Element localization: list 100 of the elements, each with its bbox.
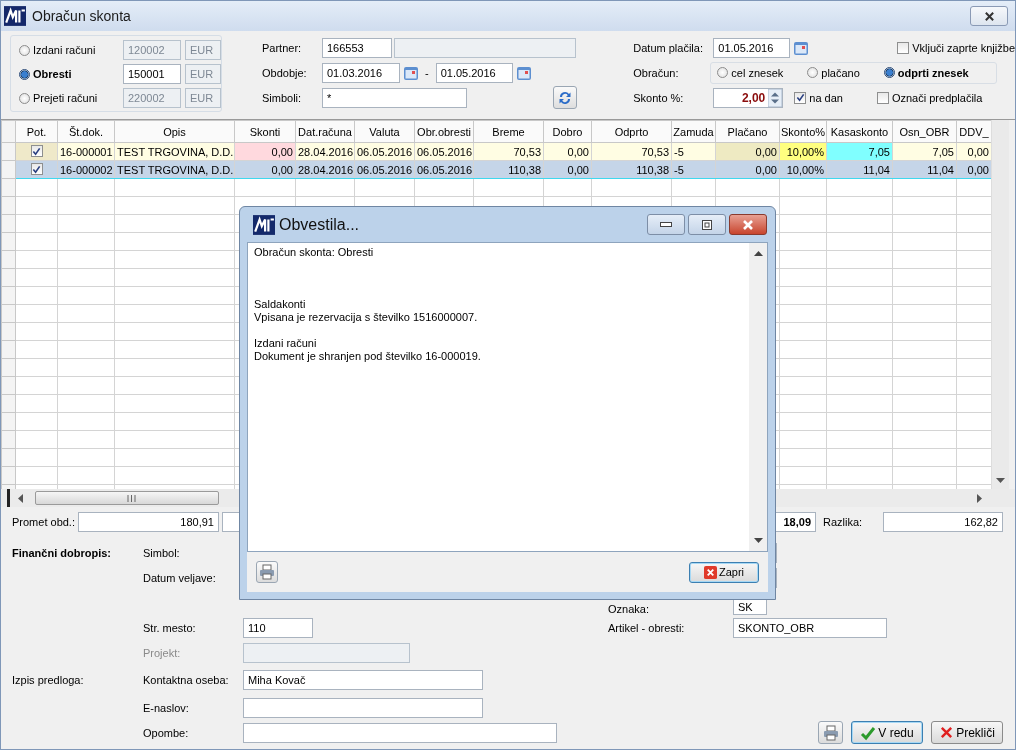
radio-button[interactable] <box>883 67 895 78</box>
symbols-field[interactable]: * <box>322 87 467 108</box>
checkbox-label[interactable]: na dan <box>809 91 843 104</box>
currency-field: EUR <box>185 88 221 108</box>
up-arrow-icon[interactable] <box>753 251 763 256</box>
checkbox[interactable] <box>897 41 910 54</box>
close-dialog-button[interactable]: Zapri <box>689 561 759 583</box>
currency-field: EUR <box>185 64 221 84</box>
date-field[interactable]: 01.05.2016 <box>435 62 513 83</box>
cancel-button[interactable]: Prekliči <box>931 721 1003 744</box>
ok-button[interactable]: V redu <box>851 721 923 744</box>
maximize-icon <box>702 219 712 230</box>
radio-button[interactable] <box>19 68 30 80</box>
field-label: Opombe: <box>143 726 190 739</box>
field-label: Razlika: <box>823 516 864 528</box>
cross-icon <box>939 725 955 740</box>
cost-center-field[interactable]: 110 <box>243 617 313 638</box>
column-header[interactable]: Skonti <box>234 120 296 143</box>
column-header[interactable]: Opis <box>114 120 235 143</box>
column-header[interactable]: Št.dok. <box>57 120 115 143</box>
calendar-icon[interactable] <box>403 64 419 81</box>
print-button[interactable] <box>256 561 278 583</box>
checkbox[interactable] <box>876 91 889 104</box>
field-label: Promet obd.: <box>12 516 76 528</box>
field-label: Obračun: <box>633 66 680 79</box>
column-header[interactable]: DDV_ <box>956 120 991 143</box>
date-field[interactable]: 01.03.2016 <box>322 62 400 83</box>
checkbox-label[interactable]: Vključi zaprte knjižbe <box>912 41 1015 54</box>
column-header[interactable]: Valuta <box>354 120 415 143</box>
radio-button[interactable] <box>807 67 819 78</box>
section-label: Izpis predloga: <box>12 674 85 686</box>
dialog-title: Obvestila... <box>279 215 360 234</box>
close-icon <box>742 218 754 231</box>
calendar-icon[interactable] <box>515 64 532 81</box>
article-field[interactable]: SKONTO_OBR <box>733 617 887 638</box>
left-arrow-icon[interactable] <box>18 493 23 503</box>
close-button[interactable] <box>970 6 1008 26</box>
column-header[interactable]: Osn_OBR <box>892 120 957 143</box>
radio-button[interactable] <box>19 92 30 104</box>
message-text: Izdani računi <box>254 337 318 350</box>
field-label: Kontaktna oseba: <box>143 674 230 686</box>
total-field: 180,91 <box>78 512 219 532</box>
minimize-button[interactable] <box>647 214 685 235</box>
column-header[interactable]: Dat.računa <box>295 120 355 143</box>
column-header[interactable]: Odprto <box>591 120 672 143</box>
message-text: Saldakonti <box>254 298 307 311</box>
message-text: Vpisana je rezervacija s številko 1516000007. <box>254 311 479 324</box>
field-label: Str. mesto: <box>143 621 197 634</box>
column-header[interactable]: Plačano <box>715 120 780 143</box>
field-label: Obdobje: <box>262 66 308 79</box>
checkbox[interactable] <box>30 145 43 158</box>
column-header[interactable]: Obr.obresti <box>414 120 474 143</box>
column-header[interactable]: Pot. <box>15 120 58 143</box>
grip-icon <box>126 494 136 502</box>
down-arrow-icon[interactable] <box>996 478 1005 483</box>
total-field: 18,09 <box>775 512 816 532</box>
field-label: Partner: <box>262 41 303 54</box>
email-field[interactable] <box>243 697 483 718</box>
field-label: Skonto %: <box>633 91 685 104</box>
column-header[interactable]: Skonto% <box>779 120 827 143</box>
vertical-scrollbar[interactable] <box>991 120 1009 489</box>
range-separator: - <box>425 66 429 79</box>
down-arrow-icon[interactable] <box>753 538 763 543</box>
checkmark-icon <box>860 724 877 741</box>
right-arrow-icon[interactable] <box>977 493 982 503</box>
column-header[interactable]: Breme <box>473 120 544 143</box>
refresh-button[interactable] <box>553 86 577 109</box>
radio-label[interactable]: Prejeti računi <box>33 92 123 104</box>
radio-label[interactable]: odprti znesek <box>897 66 969 79</box>
partner-field[interactable]: 166553 <box>322 37 392 58</box>
radio-label[interactable]: plačano <box>821 66 860 79</box>
table-row[interactable]: 16-000002 TEST TRGOVINA, D.D. 0,00 28.04.2016 06.05.2016 06.05.2016 110,38 0,00 110,38 -5 0,00 10,00% 11,04 11,04 0,00 <box>1 160 991 179</box>
table-row[interactable]: 16-000001 TEST TRGOVINA, D.D. 0,00 28.04.2016 06.05.2016 06.05.2016 70,53 0,00 70,53 -5 0,00 10,00% 7,05 7,05 0,00 <box>1 142 991 161</box>
vertical-scrollbar[interactable] <box>749 243 767 551</box>
checkbox[interactable] <box>30 163 43 176</box>
radio-button[interactable] <box>717 67 729 78</box>
radio-label[interactable]: cel znesek <box>731 66 784 79</box>
field-label: Datum veljave: <box>143 571 217 584</box>
percent-spinner[interactable]: 2,00 <box>713 87 784 108</box>
column-header[interactable]: Dobro <box>543 120 592 143</box>
checkbox-label[interactable]: Označi predplačila <box>891 91 983 104</box>
radio-label[interactable]: Izdani računi <box>33 44 123 56</box>
field-label: Projekt: <box>143 646 182 659</box>
field-label: Datum plačila: <box>633 41 704 54</box>
close-button[interactable] <box>729 214 767 235</box>
contact-field[interactable]: Miha Kovač <box>243 670 483 690</box>
notes-field[interactable] <box>243 722 557 743</box>
message-text: Dokument je shranjen pod številko 16-000019. <box>254 350 482 363</box>
radio-button[interactable] <box>19 44 30 56</box>
column-header[interactable]: Zamuda <box>671 120 716 143</box>
column-header[interactable]: Kasaskonto <box>826 120 893 143</box>
radio-label[interactable]: Obresti <box>33 68 123 80</box>
calendar-icon[interactable] <box>793 39 810 56</box>
logo-icon <box>4 6 26 26</box>
maximize-button[interactable] <box>688 214 726 235</box>
section-label: Finančni dobropis: <box>12 546 112 559</box>
checkbox[interactable] <box>794 91 807 104</box>
print-button[interactable] <box>818 721 843 744</box>
date-field[interactable]: 01.05.2016 <box>713 37 791 58</box>
account-field[interactable]: 150001 <box>123 64 181 84</box>
